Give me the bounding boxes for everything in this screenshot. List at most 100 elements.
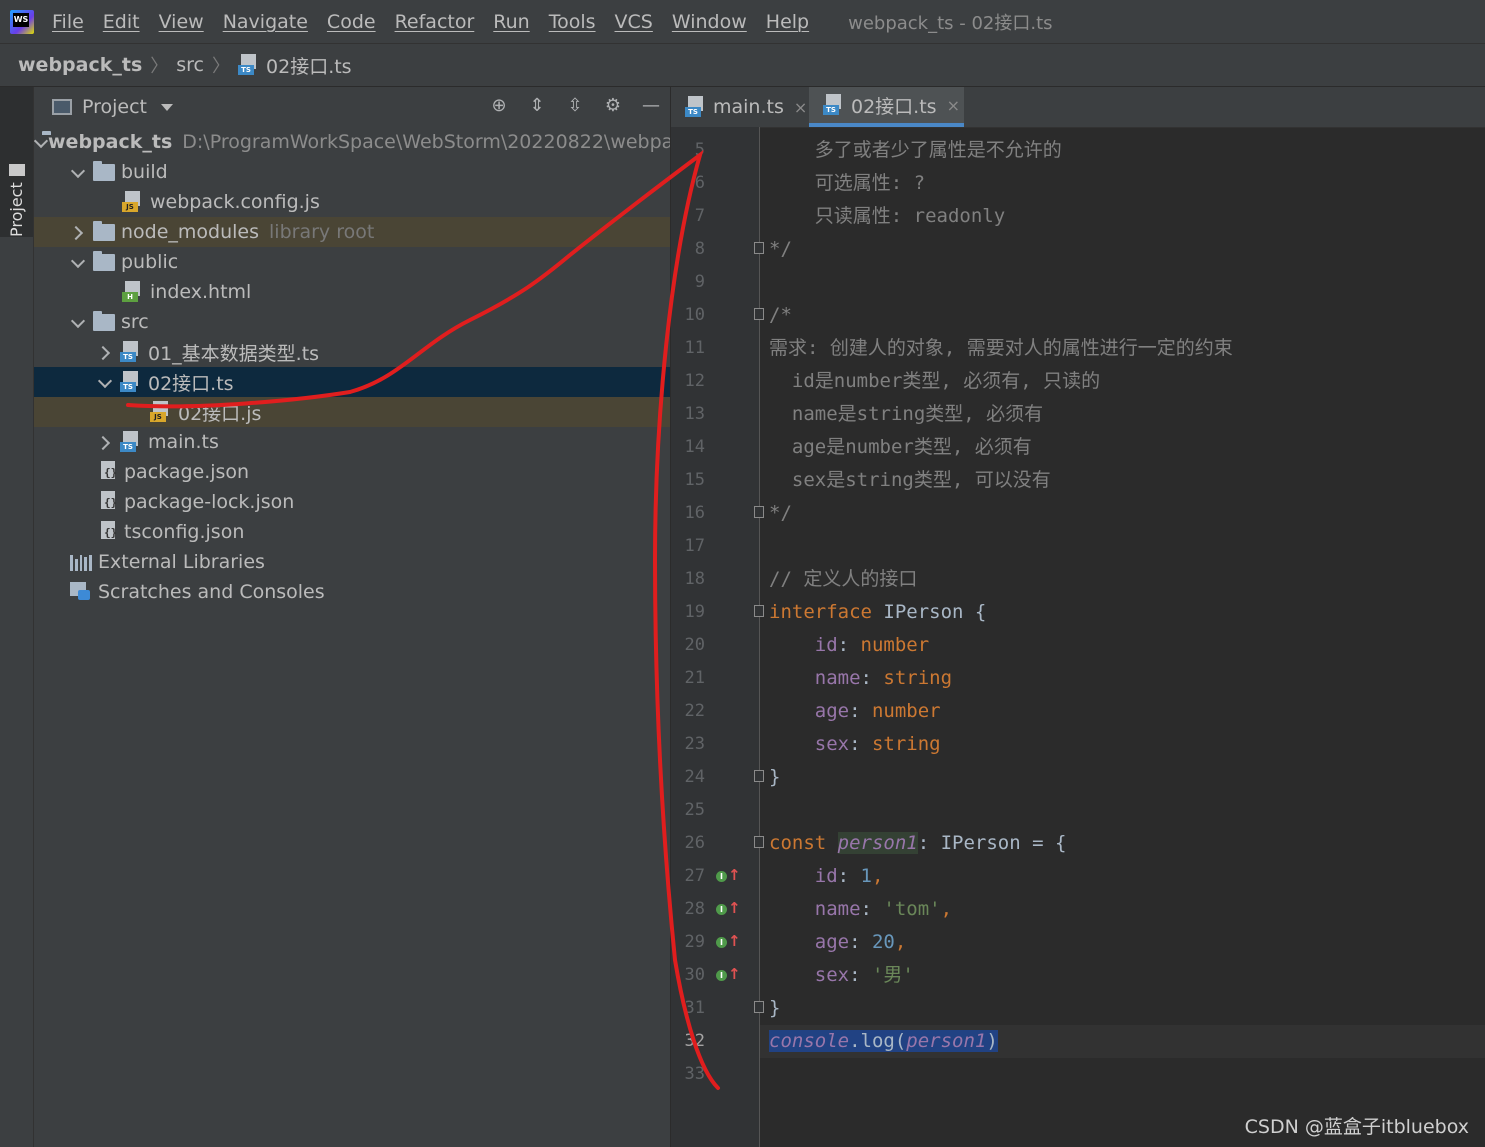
menu-view[interactable]: View	[159, 11, 204, 33]
folder-icon	[93, 220, 115, 241]
project-tool-tab[interactable]: Project	[0, 87, 33, 237]
code-line[interactable]: }	[769, 761, 1485, 794]
chevron-right-icon[interactable]	[98, 345, 112, 359]
fold-marker-icon[interactable]	[754, 506, 764, 518]
line-number: 27	[684, 866, 705, 886]
interface-name: IPerson {	[871, 601, 987, 623]
implements-icon[interactable]: I ↑	[716, 932, 741, 952]
menu-window[interactable]: Window	[672, 11, 747, 33]
menu-refactor[interactable]: Refactor	[395, 11, 475, 33]
folder-icon	[93, 250, 115, 271]
fold-marker-icon[interactable]	[754, 836, 764, 848]
expand-all-icon[interactable]: ⇕	[526, 95, 548, 117]
tree-item-scratches[interactable]: Scratches and Consoles	[34, 577, 670, 607]
menu-code[interactable]: Code	[327, 11, 376, 33]
tree-item-src[interactable]: src	[34, 307, 670, 337]
tree-item-label: main.ts	[148, 431, 219, 453]
fold-marker-icon[interactable]	[754, 605, 764, 617]
code-line[interactable]: sex: '男'	[769, 959, 1485, 992]
tree-item-webpack-config[interactable]: JS webpack.config.js	[34, 187, 670, 217]
line-number: 14	[684, 437, 705, 457]
breadcrumb-folder[interactable]: src	[176, 54, 204, 76]
code-line[interactable]: */	[769, 233, 1485, 266]
chevron-down-icon[interactable]	[71, 255, 85, 269]
code-line[interactable]: id: 1,	[769, 860, 1485, 893]
tree-item-node-modules[interactable]: node_modules library root	[34, 217, 670, 247]
code-line[interactable]: 需求: 创建人的对象, 需要对人的属性进行一定的约束	[769, 332, 1485, 365]
implements-icon[interactable]: I ↑	[716, 899, 741, 919]
menu-help[interactable]: Help	[766, 11, 809, 33]
code-line[interactable]: */	[769, 497, 1485, 530]
code-line[interactable]: interface IPerson {	[769, 596, 1485, 629]
implements-icon[interactable]: I ↑	[716, 965, 741, 985]
menu-edit[interactable]: Edit	[103, 11, 140, 33]
close-icon[interactable]: ×	[947, 96, 960, 115]
code-line[interactable]: name: 'tom',	[769, 893, 1485, 926]
hide-panel-icon[interactable]: —	[640, 95, 662, 117]
tree-item-root[interactable]: webpack_ts D:\ProgramWorkSpace\WebStorm\…	[34, 127, 670, 157]
implements-icon[interactable]: I ↑	[716, 866, 741, 886]
editor-tabs: TS main.ts × TS 02接口.ts ×	[671, 87, 1485, 128]
tab-main-ts[interactable]: TS main.ts ×	[671, 87, 809, 127]
fold-marker-icon[interactable]	[754, 242, 764, 254]
tree-item-main-ts[interactable]: TS main.ts	[34, 427, 670, 457]
tab-02-ts[interactable]: TS 02接口.ts ×	[809, 87, 964, 127]
code-line[interactable]: /*	[769, 299, 1485, 332]
code-line[interactable]: name是string类型, 必须有	[769, 398, 1485, 431]
breadcrumb-file[interactable]: TS 02接口.ts	[238, 52, 352, 79]
menu-file[interactable]: File	[52, 11, 84, 33]
code-line[interactable]: const person1: IPerson = {	[769, 827, 1485, 860]
code-line[interactable]: name: string	[769, 662, 1485, 695]
comment-text: /*	[769, 304, 792, 326]
comment-text: age是number类型, 必须有	[769, 436, 1032, 458]
tree-item-file02[interactable]: TS 02接口.ts	[34, 367, 670, 397]
code-line[interactable]: 只读属性: readonly	[769, 200, 1485, 233]
code-line[interactable]: id是number类型, 必须有, 只读的	[769, 365, 1485, 398]
comment-text: 需求: 创建人的对象, 需要对人的属性进行一定的约束	[769, 337, 1233, 359]
code-line[interactable]: age: number	[769, 695, 1485, 728]
breadcrumb-project[interactable]: webpack_ts	[18, 54, 142, 76]
collapse-all-icon[interactable]: ⇳	[564, 95, 586, 117]
menu-vcs[interactable]: VCS	[615, 11, 653, 33]
chevron-down-icon[interactable]	[161, 103, 174, 111]
code-line[interactable]: 可选属性: ?	[769, 167, 1485, 200]
locate-file-icon[interactable]: ⊕	[488, 95, 510, 117]
tree-item-file02-js[interactable]: JS 02接口.js	[34, 397, 670, 427]
brace: }	[769, 997, 781, 1019]
project-panel-title[interactable]: Project	[82, 96, 147, 118]
tree-item-package-lock[interactable]: {} package-lock.json	[34, 487, 670, 517]
code-line[interactable]: // 定义人的接口	[769, 563, 1485, 596]
type-name: number	[871, 700, 941, 722]
tree-item-public[interactable]: public	[34, 247, 670, 277]
chevron-right-icon[interactable]	[98, 435, 112, 449]
chevron-right-icon[interactable]	[71, 225, 85, 239]
menu-tools[interactable]: Tools	[549, 11, 596, 33]
menu-navigate[interactable]: Navigate	[223, 11, 308, 33]
tree-item-tsconfig[interactable]: {} tsconfig.json	[34, 517, 670, 547]
code-line[interactable]: }	[769, 992, 1485, 1025]
tree-item-external-libraries[interactable]: External Libraries	[34, 547, 670, 577]
fold-marker-icon[interactable]	[754, 770, 764, 782]
tree-item-build[interactable]: build	[34, 157, 670, 187]
tree-item-file01[interactable]: TS 01_基本数据类型.ts	[34, 337, 670, 367]
code-line[interactable]: id: number	[769, 629, 1485, 662]
menu-run[interactable]: Run	[493, 11, 529, 33]
code-line[interactable]: age是number类型, 必须有	[769, 431, 1485, 464]
fold-marker-icon[interactable]	[754, 308, 764, 320]
code-line[interactable]: sex: string	[769, 728, 1485, 761]
chevron-down-icon[interactable]	[71, 165, 85, 179]
tree-item-package-json[interactable]: {} package.json	[34, 457, 670, 487]
property-name: age	[814, 931, 850, 953]
code-line-current[interactable]: console.log(person1)	[760, 1025, 1485, 1058]
tree-item-index-html[interactable]: H index.html	[34, 277, 670, 307]
tool-window-strip: Project	[0, 87, 34, 1147]
code-line[interactable]: sex是string类型, 可以没有	[769, 464, 1485, 497]
gear-icon[interactable]: ⚙	[602, 95, 624, 117]
string-literal: '男'	[871, 964, 914, 986]
close-icon[interactable]: ×	[794, 98, 807, 117]
chevron-down-icon[interactable]	[71, 315, 85, 329]
fold-marker-icon[interactable]	[754, 1001, 764, 1013]
code-line[interactable]: age: 20,	[769, 926, 1485, 959]
code-line[interactable]: 多了或者少了属性是不允许的	[769, 134, 1485, 167]
chevron-down-icon[interactable]	[98, 375, 112, 389]
